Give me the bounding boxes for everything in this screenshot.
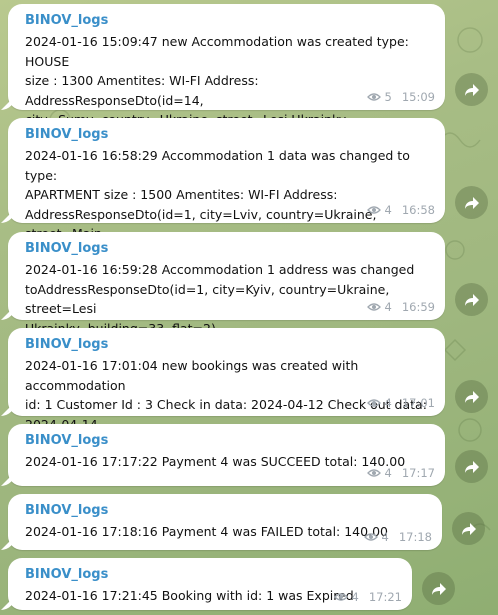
message: BINOV_logs 2024-01-16 17:21:45 Booking w… (8, 558, 412, 610)
message: BINOV_logs 2024-01-16 17:01:04 new booki… (8, 328, 445, 432)
message-meta: 4 16:58 (366, 203, 435, 217)
message-bubble: BINOV_logs 2024-01-16 15:09:47 new Accom… (8, 4, 445, 166)
forward-button[interactable] (422, 572, 455, 605)
message-meta: 4 17:01 (366, 396, 435, 410)
message-sender[interactable]: BINOV_logs (25, 336, 433, 354)
forward-button[interactable] (452, 512, 485, 545)
message: BINOV_logs 2024-01-16 16:58:29 Accommoda… (8, 118, 445, 261)
forward-arrow-icon (464, 196, 479, 209)
message-bubble: BINOV_logs 2024-01-16 17:01:04 new booki… (8, 328, 445, 432)
message-text: 2024-01-16 16:59:28 Accommodation 1 addr… (25, 262, 415, 336)
forward-arrow-icon (461, 522, 476, 535)
message-bubble: BINOV_logs 2024-01-16 17:17:22 Payment 4… (8, 424, 445, 486)
message-meta: 5 15:09 (366, 90, 435, 104)
message: BINOV_logs 2024-01-16 17:17:22 Payment 4… (8, 424, 445, 486)
message-bubble: BINOV_logs 2024-01-16 17:18:16 Payment 4… (8, 494, 442, 550)
message-meta: 4 17:17 (366, 466, 435, 480)
message-bubble: BINOV_logs 2024-01-16 16:59:28 Accommoda… (8, 232, 445, 336)
forward-button[interactable] (455, 283, 488, 316)
message-sender[interactable]: BINOV_logs (25, 566, 400, 584)
message-sender[interactable]: BINOV_logs (25, 432, 433, 450)
message-time: 17:01 (401, 396, 435, 410)
message-meta: 4 17:21 (333, 590, 402, 604)
forward-arrow-icon (464, 460, 479, 473)
message-sender[interactable]: BINOV_logs (25, 12, 433, 30)
view-count: 4 (351, 590, 359, 604)
views-eye-icon (366, 399, 381, 407)
message-sender[interactable]: BINOV_logs (25, 126, 433, 144)
forward-arrow-icon (464, 390, 479, 403)
views-eye-icon (366, 469, 381, 477)
views-eye-icon (333, 593, 348, 601)
views-eye-icon (366, 303, 381, 311)
view-count: 4 (381, 530, 389, 544)
forward-button[interactable] (455, 186, 488, 219)
message-time: 16:59 (401, 300, 435, 314)
message-text: 2024-01-16 17:01:04 new bookings was cre… (25, 358, 427, 432)
view-count: 4 (384, 466, 392, 480)
views-eye-icon (366, 93, 381, 101)
view-count: 5 (384, 90, 392, 104)
message-meta: 4 17:18 (363, 530, 432, 544)
forward-arrow-icon (464, 293, 479, 306)
forward-button[interactable] (455, 73, 488, 106)
forward-button[interactable] (455, 450, 488, 483)
message-sender[interactable]: BINOV_logs (25, 502, 430, 520)
view-count: 4 (384, 203, 392, 217)
message-time: 15:09 (401, 90, 435, 104)
message-meta: 4 16:59 (366, 300, 435, 314)
view-count: 4 (384, 300, 392, 314)
message-time: 17:17 (401, 466, 435, 480)
message-time: 17:18 (398, 530, 432, 544)
message-bubble: BINOV_logs 2024-01-16 16:58:29 Accommoda… (8, 118, 445, 261)
view-count: 4 (384, 396, 392, 410)
message-bubble: BINOV_logs 2024-01-16 17:21:45 Booking w… (8, 558, 412, 610)
forward-button[interactable] (455, 380, 488, 413)
message: BINOV_logs 2024-01-16 16:59:28 Accommoda… (8, 232, 445, 336)
message-sender[interactable]: BINOV_logs (25, 240, 433, 258)
message: BINOV_logs 2024-01-16 17:18:16 Payment 4… (8, 494, 442, 550)
views-eye-icon (366, 206, 381, 214)
forward-arrow-icon (464, 83, 479, 96)
message: BINOV_logs 2024-01-16 15:09:47 new Accom… (8, 4, 445, 166)
message-time: 17:21 (368, 590, 402, 604)
views-eye-icon (363, 533, 378, 541)
message-time: 16:58 (401, 203, 435, 217)
forward-arrow-icon (431, 582, 446, 595)
